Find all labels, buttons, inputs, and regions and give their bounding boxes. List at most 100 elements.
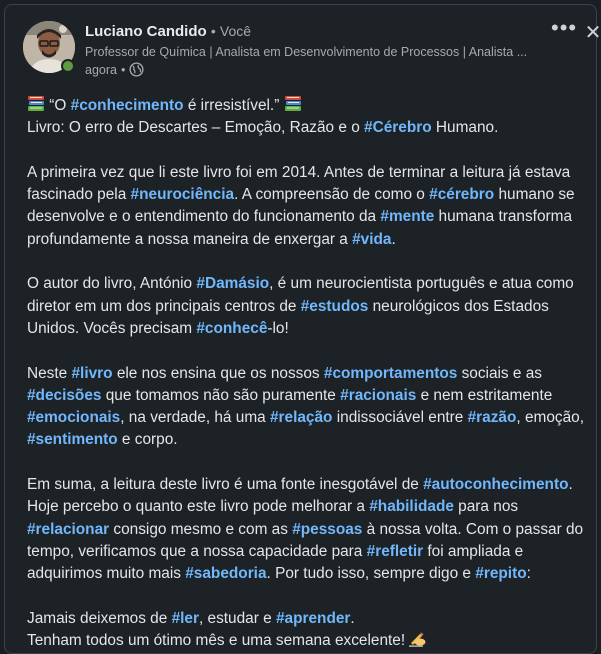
post-text-segment: é irresistível.” — [183, 97, 280, 114]
post-text-segment: fascinado pela — [27, 186, 131, 204]
author-relation: Você — [219, 23, 252, 39]
hashtag-link[interactable]: #mente — [380, 208, 434, 225]
hashtag-link[interactable]: #emocionais — [27, 409, 120, 426]
post-text-segment: Livro: O erro de Descartes – Emoção, Raz… — [27, 119, 365, 137]
post-line: fascinado pela #neurociência. A compreen… — [27, 184, 587, 206]
post-text-segment: consigo mesmo e com as — [109, 520, 293, 538]
hashtag-link[interactable]: #relação — [270, 409, 332, 426]
post-text-segment: adquirimos muito mais — [27, 565, 186, 583]
post-line: desenvolve e o entendimento do funcionam… — [27, 206, 587, 228]
online-status-indicator — [61, 59, 75, 73]
post-line: profundamente a nossa maneira de enxerga… — [27, 229, 587, 251]
post-paragraph: “O #conhecimento é irresistível.” Livro:… — [27, 95, 587, 140]
author-line: Luciano Candido • Você — [85, 23, 251, 40]
post-line: #decisões que tomamos não são puramente … — [27, 385, 587, 407]
post-paragraph: O autor do livro, António #Damásio, é um… — [27, 273, 587, 340]
post-text-segment: para nos — [453, 498, 519, 516]
post-text-segment: humano se — [494, 186, 575, 204]
hashtag-link[interactable]: #sentimento — [27, 431, 118, 448]
post-paragraph: Neste #livro ele nos ensina que os nosso… — [27, 363, 587, 452]
post-text-segment: A primeira vez que li este livro foi em … — [27, 163, 571, 181]
post-text-segment: tempo, verificamos que a nossa capacidad… — [27, 542, 367, 560]
hashtag-link[interactable]: #Damásio — [196, 275, 269, 292]
post-text-segment: -lo! — [267, 319, 289, 337]
hashtag-link[interactable]: #refletir — [367, 543, 423, 560]
post-header: Luciano Candido • Você Professor de Quím… — [23, 17, 601, 79]
more-options-icon[interactable]: ••• — [551, 17, 577, 43]
hashtag-link[interactable]: #cérebro — [429, 186, 494, 203]
post-text: “O #conhecimento é irresistível.” Livro:… — [27, 95, 587, 652]
post-text-segment: Tenham todos um ótimo mês e uma semana e… — [27, 632, 410, 650]
hashtag-link[interactable]: #sabedoria — [185, 565, 266, 582]
post-paragraph: A primeira vez que li este livro foi em … — [27, 162, 587, 251]
books-icon — [284, 95, 302, 112]
hashtag-link[interactable]: #comportamentos — [324, 365, 457, 382]
post-text-segment: ele nos ensina que os nossos — [112, 364, 324, 382]
post-text-segment: foi ampliada e — [423, 542, 524, 560]
post-paragraph: Em suma, a leitura deste livro é uma fon… — [27, 474, 587, 585]
post-line: Livro: O erro de Descartes – Emoção, Raz… — [27, 117, 587, 139]
post-line: “O #conhecimento é irresistível.” — [27, 95, 587, 117]
post-text-segment: , é um neurocientista português e atua c… — [269, 275, 574, 293]
post-text-segment: Neste — [27, 364, 72, 382]
hashtag-link[interactable]: #neurociência — [131, 186, 235, 203]
post-text-segment: . — [391, 230, 396, 248]
post-text-segment: diretor em um dos principais centros de — [27, 297, 301, 315]
post-text-segment: desenvolve e o entendimento do funcionam… — [27, 208, 381, 226]
author-separator: • — [210, 23, 216, 39]
post-line: #sentimento e corpo. — [27, 429, 587, 451]
meta-separator: • — [120, 62, 126, 77]
post-text-segment: que tomamos não são puramente — [101, 386, 341, 404]
post-text-segment: Hoje percebo o quanto este livro pode me… — [27, 498, 370, 516]
post-line: tempo, verificamos que a nossa capacidad… — [27, 541, 587, 563]
post-line: Unidos. Vocês precisam #conhecê-lo! — [27, 318, 587, 340]
post-paragraph: Jamais deixemos de #ler, estudar e #apre… — [27, 608, 587, 653]
hashtag-link[interactable]: #ler — [172, 610, 199, 627]
post-text-segment: Em suma, a leitura deste livro é uma fon… — [27, 476, 424, 494]
globe-icon — [129, 62, 144, 77]
post-line: Neste #livro ele nos ensina que os nosso… — [27, 363, 587, 385]
post-line: Jamais deixemos de #ler, estudar e #apre… — [27, 608, 587, 630]
post-text-segment: , estudar e — [198, 609, 276, 627]
post-text-segment: . A compreensão de como o — [234, 186, 430, 204]
hashtag-link[interactable]: #racionais — [340, 387, 416, 404]
hashtag-link[interactable]: #Cérebro — [364, 119, 432, 136]
close-icon[interactable]: ✕ — [583, 23, 601, 43]
hashtag-link[interactable]: #repito — [475, 565, 526, 582]
hashtag-link[interactable]: #vida — [352, 231, 391, 248]
post-line: Tenham todos um ótimo mês e uma semana e… — [27, 630, 587, 652]
post-text-segment: Humano. — [431, 119, 499, 137]
post-card: Luciano Candido • Você Professor de Quím… — [4, 4, 601, 654]
post-line: #relacionar consigo mesmo e com as #pess… — [27, 519, 587, 541]
post-text-segment: humana transforma — [434, 208, 573, 226]
author-headline: Professor de Química | Analista em Desen… — [85, 45, 528, 59]
hashtag-link[interactable]: #conhecimento — [71, 97, 184, 114]
hashtag-link[interactable]: #conhecê — [196, 320, 267, 337]
post-text-segment: : — [526, 565, 531, 583]
hashtag-link[interactable]: #pessoas — [292, 521, 362, 538]
hashtag-link[interactable]: #estudos — [301, 298, 369, 315]
hashtag-link[interactable]: #razão — [468, 409, 517, 426]
post-line: adquirimos muito mais #sabedoria. Por tu… — [27, 563, 587, 585]
post-line: Hoje percebo o quanto este livro pode me… — [27, 496, 587, 518]
post-text-segment: e nem estritamente — [416, 386, 553, 404]
hashtag-link[interactable]: #habilidade — [369, 498, 454, 515]
post-text-segment: Unidos. Vocês precisam — [27, 319, 197, 337]
post-text-segment: . — [568, 476, 573, 494]
author-name[interactable]: Luciano Candido — [85, 23, 207, 40]
post-text-segment: , na verdade, há uma — [120, 409, 270, 427]
hashtag-link[interactable]: #relacionar — [27, 521, 109, 538]
post-text-segment: “O — [49, 97, 71, 114]
hashtag-link[interactable]: #autoconhecimento — [423, 476, 568, 493]
post-text-segment: indissociável entre — [332, 409, 468, 427]
post-text-segment: . Por tudo isso, sempre digo e — [266, 565, 476, 583]
post-text-segment: , emoção, — [516, 409, 584, 427]
post-meta: agora • — [85, 62, 144, 77]
post-text-segment: à nossa volta. Com o passar do — [362, 520, 584, 538]
post-line: O autor do livro, António #Damásio, é um… — [27, 273, 587, 295]
post-text-segment: O autor do livro, António — [27, 275, 197, 293]
hashtag-link[interactable]: #aprender — [276, 610, 350, 627]
hashtag-link[interactable]: #livro — [71, 365, 112, 382]
hashtag-link[interactable]: #decisões — [27, 387, 101, 404]
books-icon — [27, 95, 45, 112]
